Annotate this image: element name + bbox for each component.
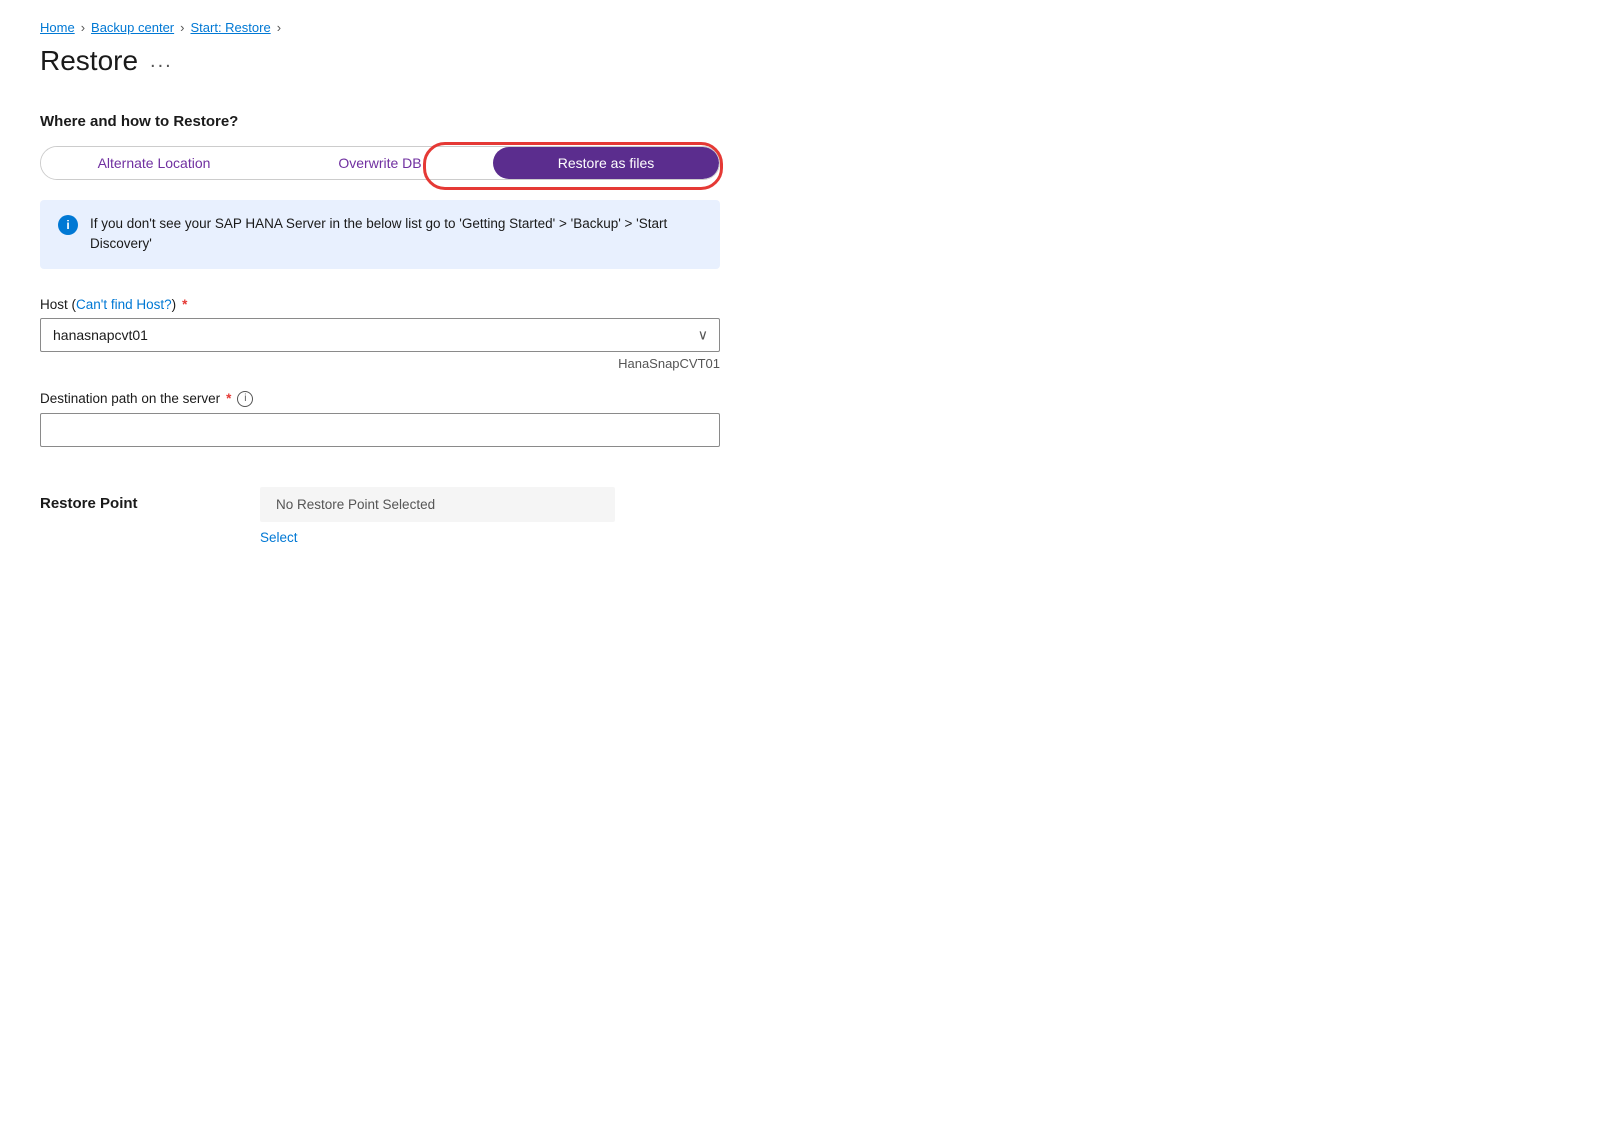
info-box: i If you don't see your SAP HANA Server … — [40, 200, 720, 269]
host-label-text: Host (Can't find Host?) — [40, 297, 176, 312]
host-required-marker: * — [182, 297, 187, 312]
info-text: If you don't see your SAP HANA Server in… — [90, 214, 702, 255]
restore-point-value: No Restore Point Selected Select — [260, 487, 615, 545]
host-hint: HanaSnapCVT01 — [40, 356, 720, 371]
restore-point-label: Restore Point — [40, 487, 220, 512]
tab-alternate-location[interactable]: Alternate Location — [41, 147, 267, 179]
host-label: Host (Can't find Host?) * — [40, 297, 720, 312]
section-title: Where and how to Restore? — [40, 113, 1558, 130]
restore-point-row: Restore Point No Restore Point Selected … — [40, 487, 1558, 545]
ellipsis-menu-button[interactable]: ... — [150, 50, 173, 73]
cant-find-host-link[interactable]: Can't find Host? — [76, 297, 172, 312]
host-select-wrapper: hanasnapcvt01 — [40, 318, 720, 352]
restore-tab-group: Alternate Location Overwrite DB Restore … — [40, 146, 720, 180]
destination-path-input[interactable] — [40, 413, 720, 447]
tab-restore-as-files[interactable]: Restore as files — [493, 147, 719, 179]
destination-field-group: Destination path on the server * i — [40, 391, 720, 447]
breadcrumb-start-restore[interactable]: Start: Restore — [190, 20, 270, 35]
restore-point-select-link[interactable]: Select — [260, 530, 615, 545]
destination-label: Destination path on the server * i — [40, 391, 720, 407]
host-field-group: Host (Can't find Host?) * hanasnapcvt01 … — [40, 297, 720, 371]
info-icon: i — [58, 215, 78, 235]
page-title: Restore — [40, 45, 138, 77]
destination-required-marker: * — [226, 391, 231, 406]
destination-label-text: Destination path on the server — [40, 391, 220, 406]
tab-group-wrapper: Alternate Location Overwrite DB Restore … — [40, 146, 720, 200]
no-restore-selected-text: No Restore Point Selected — [260, 487, 615, 522]
breadcrumb-sep3: › — [277, 20, 281, 35]
breadcrumb-backup-center[interactable]: Backup center — [91, 20, 174, 35]
breadcrumb: Home › Backup center › Start: Restore › — [40, 20, 1558, 35]
page-header: Restore ... — [40, 45, 1558, 77]
destination-info-icon[interactable]: i — [237, 391, 253, 407]
breadcrumb-sep2: › — [180, 20, 184, 35]
tab-overwrite-db[interactable]: Overwrite DB — [267, 147, 493, 179]
host-select[interactable]: hanasnapcvt01 — [40, 318, 720, 352]
breadcrumb-home[interactable]: Home — [40, 20, 75, 35]
breadcrumb-sep1: › — [81, 20, 85, 35]
restore-point-section: Restore Point No Restore Point Selected … — [40, 487, 1558, 545]
